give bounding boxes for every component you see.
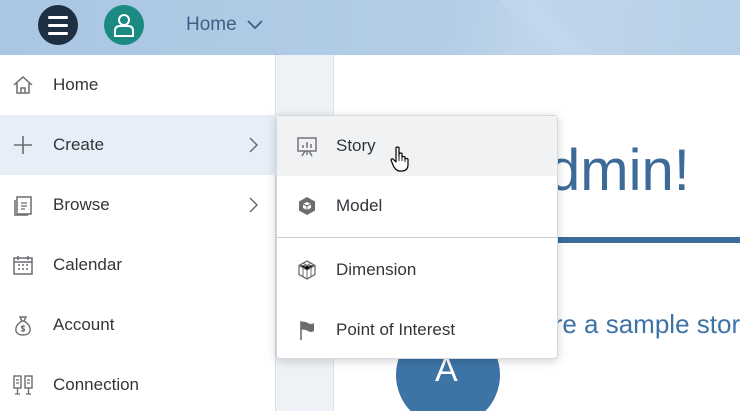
menu-item-label: Dimension: [336, 260, 417, 279]
menu-item-dimension[interactable]: Dimension: [277, 240, 557, 300]
nav-item-connection[interactable]: Connection: [0, 355, 276, 411]
model-icon: [299, 197, 315, 215]
shell-bar: Home: [0, 0, 740, 55]
nav-item-label: Connection: [53, 375, 140, 394]
nav-item-browse[interactable]: Browse: [0, 175, 276, 235]
connection-icon: [13, 375, 33, 395]
home-dropdown-label: Home: [186, 14, 237, 35]
nav-item-label: Browse: [53, 195, 110, 214]
menu-item-point-of-interest[interactable]: Point of Interest: [277, 300, 557, 360]
nav-item-create[interactable]: Create: [0, 115, 276, 175]
money-bag-icon: [15, 316, 31, 336]
nav-item-account[interactable]: Account: [0, 295, 276, 355]
home-icon: [13, 75, 33, 94]
nav-item-label: Home: [53, 75, 99, 94]
nav-item-label: Create: [53, 135, 105, 154]
chevron-right-icon: [249, 137, 259, 153]
menu-item-label: Point of Interest: [336, 320, 456, 339]
chevron-down-icon: [247, 20, 263, 30]
nav-item-calendar[interactable]: Calendar: [0, 235, 276, 295]
user-avatar-button[interactable]: [104, 5, 144, 45]
menu-item-label: Story: [336, 136, 376, 155]
hand-pointer-icon: [390, 146, 409, 172]
side-navigation: Home Create Browse Calendar Account Conn…: [0, 55, 276, 411]
nav-item-label: Calendar: [53, 255, 122, 274]
flag-icon: [300, 321, 314, 340]
home-dropdown[interactable]: Home: [186, 14, 263, 36]
create-submenu: Story Model Dimension Point of Interest: [276, 115, 558, 359]
story-icon: [297, 137, 317, 157]
browse-icon: [14, 196, 32, 216]
main-menu-button[interactable]: [38, 5, 78, 45]
nav-item-home[interactable]: Home: [0, 55, 276, 115]
calendar-icon: [13, 256, 33, 275]
menu-item-model[interactable]: Model: [277, 176, 557, 236]
hamburger-icon: [48, 15, 68, 19]
add-icon: [14, 136, 32, 154]
welcome-heading: dmin!: [548, 138, 690, 203]
accent-divider: [558, 237, 740, 243]
dimension-icon: [298, 260, 316, 280]
chevron-right-icon: [249, 197, 259, 213]
user-icon: [114, 14, 134, 37]
shellbar-decoration: [500, 0, 595, 55]
nav-item-label: Account: [53, 315, 115, 334]
menu-item-label: Model: [336, 196, 383, 215]
menu-item-story[interactable]: Story: [277, 116, 557, 176]
menu-separator: [277, 237, 557, 238]
